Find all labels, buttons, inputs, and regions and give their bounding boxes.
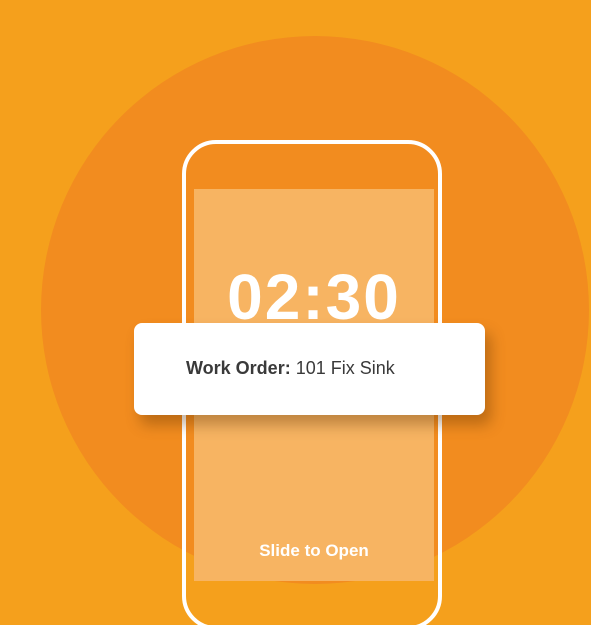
illustration: 02:30 Slide to Open Work Order: 101 Fix … — [0, 0, 591, 625]
notification-value: 101 Fix Sink — [290, 358, 395, 378]
notification-text: Work Order: 101 Fix Sink — [186, 358, 395, 379]
notification-label: Work Order: — [186, 358, 291, 378]
notification-card[interactable]: Work Order: 101 Fix Sink — [134, 323, 485, 415]
